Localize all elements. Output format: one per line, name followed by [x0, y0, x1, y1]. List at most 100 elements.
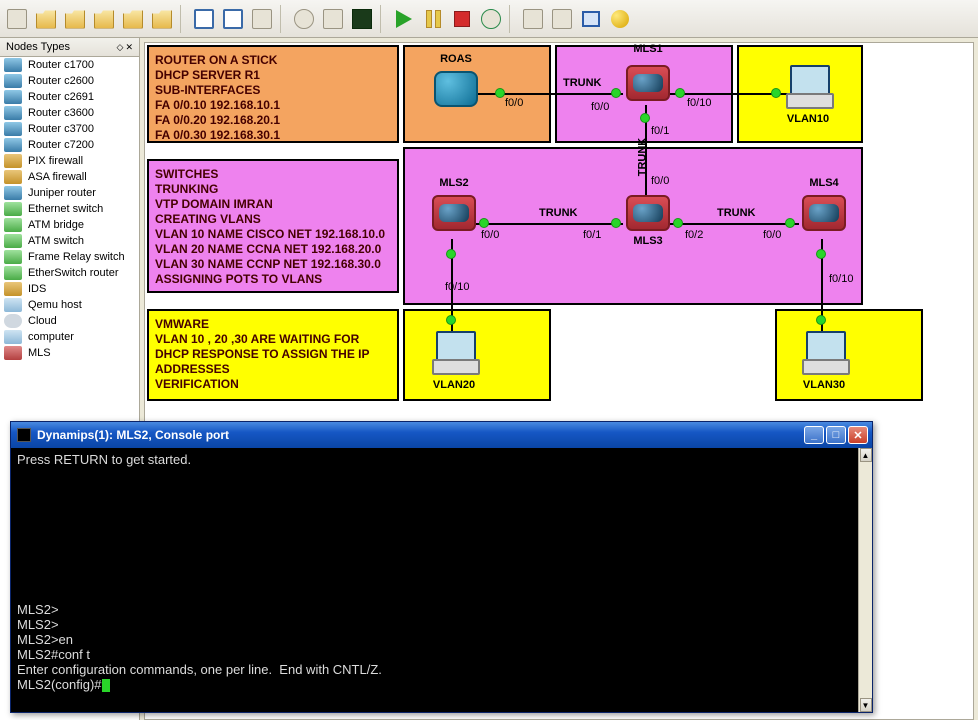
sidebar-item[interactable]: Qemu host	[0, 297, 139, 313]
node-type-icon	[4, 74, 22, 88]
sidebar-item-label: PIX firewall	[28, 155, 83, 167]
port-label: f0/0	[591, 101, 609, 113]
close-button[interactable]: ✕	[848, 426, 868, 444]
stop-button[interactable]	[449, 6, 475, 32]
pause-button[interactable]	[420, 6, 446, 32]
device-label: VLAN10	[787, 113, 829, 125]
sidebar-item[interactable]: Router c3700	[0, 121, 139, 137]
sidebar-item[interactable]: ATM bridge	[0, 217, 139, 233]
console-scrollbar[interactable]: ▲ ▼	[858, 448, 872, 712]
mode-b-button[interactable]	[220, 6, 246, 32]
device-mls3[interactable]: MLS3	[621, 195, 675, 239]
tool-button[interactable]	[320, 6, 346, 32]
port-label: f0/0	[651, 175, 669, 187]
device-label: VLAN30	[803, 379, 845, 391]
note-line: TRUNKING	[155, 182, 391, 197]
note-button[interactable]	[520, 6, 546, 32]
node-type-icon	[4, 314, 22, 328]
port-dot	[611, 88, 621, 98]
note-router-on-stick[interactable]: ROUTER ON A STICK DHCP SERVER R1 SUB-INT…	[147, 45, 399, 143]
console-output[interactable]: Press RETURN to get started. MLS2> MLS2>…	[11, 448, 858, 712]
device-roas[interactable]: ROAS	[429, 71, 483, 115]
sidebar-item[interactable]: Juniper router	[0, 185, 139, 201]
play-button[interactable]	[391, 6, 417, 32]
scroll-down-icon[interactable]: ▼	[860, 698, 872, 712]
device-vlan30[interactable]: VLAN30	[797, 331, 851, 375]
sidebar-item-label: Router c7200	[28, 139, 94, 151]
maximize-button[interactable]: □	[826, 426, 846, 444]
device-vlan10[interactable]: VLAN10	[781, 65, 835, 109]
note-line: FA 0/0.20 192.168.20.1	[155, 113, 391, 128]
node-type-icon	[4, 106, 22, 120]
sidebar-title: Nodes Types	[6, 41, 70, 53]
sidebar-item[interactable]: Ethernet switch	[0, 201, 139, 217]
sidebar-item[interactable]: PIX firewall	[0, 153, 139, 169]
sidebar-close-icon[interactable]: ✕	[125, 42, 133, 52]
node-type-icon	[4, 186, 22, 200]
sidebar-item[interactable]: Router c7200	[0, 137, 139, 153]
sidebar-item[interactable]: computer	[0, 329, 139, 345]
note-switches[interactable]: SWITCHES TRUNKING VTP DOMAIN IMRAN CREAT…	[147, 159, 399, 293]
console-button[interactable]	[349, 6, 375, 32]
sidebar-item[interactable]: ASA firewall	[0, 169, 139, 185]
sidebar-controls: ◇✕	[115, 41, 133, 53]
note-line: ROUTER ON A STICK	[155, 53, 391, 68]
device-vlan20[interactable]: VLAN20	[427, 331, 481, 375]
console-titlebar[interactable]: Dynamips(1): MLS2, Console port _ □ ✕	[11, 422, 872, 448]
sidebar-item-label: MLS	[28, 347, 51, 359]
sidebar-item[interactable]: Frame Relay switch	[0, 249, 139, 265]
port-label: f0/10	[445, 281, 469, 293]
device-mls2[interactable]: MLS2	[427, 195, 481, 239]
sidebar-item[interactable]: ATM switch	[0, 233, 139, 249]
port-label: f0/10	[687, 97, 711, 109]
port-dot	[675, 88, 685, 98]
console-window[interactable]: Dynamips(1): MLS2, Console port _ □ ✕ Pr…	[10, 421, 873, 713]
open-net-button[interactable]	[62, 6, 88, 32]
open-button[interactable]	[33, 6, 59, 32]
export-button[interactable]	[149, 6, 175, 32]
rect-button[interactable]	[578, 6, 604, 32]
sidebar-item[interactable]: EtherSwitch router	[0, 265, 139, 281]
sidebar-list[interactable]: Router c1700Router c2600Router c2691 Rout…	[0, 57, 139, 361]
image-button[interactable]	[549, 6, 575, 32]
sidebar-item[interactable]: Router c2600	[0, 73, 139, 89]
save-button[interactable]	[91, 6, 117, 32]
scroll-up-icon[interactable]: ▲	[860, 448, 872, 462]
trunk-label: TRUNK	[563, 77, 602, 89]
device-label: MLS3	[633, 235, 662, 247]
link-mls2-mls3[interactable]	[471, 223, 623, 225]
link-roas-mls1[interactable]	[465, 93, 623, 95]
sidebar-item[interactable]: IDS	[0, 281, 139, 297]
note-line: FA 0/0.30 192.168.30.1	[155, 128, 391, 143]
note-line: VMWARE	[155, 317, 391, 332]
port-dot	[771, 88, 781, 98]
device-label: MLS2	[439, 177, 468, 189]
refresh-button[interactable]	[478, 6, 504, 32]
sidebar-item[interactable]: Cloud	[0, 313, 139, 329]
sidebar-item-label: Qemu host	[28, 299, 82, 311]
save-as-button[interactable]	[120, 6, 146, 32]
trunk-label: TRUNK	[717, 207, 756, 219]
sidebar-item-label: Router c3600	[28, 107, 94, 119]
mode-a-button[interactable]	[191, 6, 217, 32]
sidebar-undock-icon[interactable]: ◇	[117, 42, 124, 52]
device-mls1[interactable]: MLS1	[621, 65, 675, 109]
port-dot	[816, 315, 826, 325]
sidebar-item-label: ATM switch	[28, 235, 84, 247]
sidebar-item[interactable]: Router c3600	[0, 105, 139, 121]
device-mls4[interactable]: MLS4	[797, 195, 851, 239]
minimize-button[interactable]: _	[804, 426, 824, 444]
node-type-icon	[4, 170, 22, 184]
sidebar-item[interactable]: MLS	[0, 345, 139, 361]
ellipse-button[interactable]	[607, 6, 633, 32]
erase-button[interactable]	[249, 6, 275, 32]
link-mls3-mls4[interactable]	[665, 223, 799, 225]
node-type-icon	[4, 154, 22, 168]
note-vmware[interactable]: VMWARE VLAN 10 , 20 ,30 ARE WAITING FOR …	[147, 309, 399, 401]
reload-button[interactable]	[291, 6, 317, 32]
new-file-button[interactable]	[4, 6, 30, 32]
note-line: ASSIGNING POTS TO VLANS	[155, 272, 391, 287]
cursor	[102, 679, 110, 692]
sidebar-item[interactable]: Router c2691	[0, 89, 139, 105]
sidebar-item[interactable]: Router c1700	[0, 57, 139, 73]
